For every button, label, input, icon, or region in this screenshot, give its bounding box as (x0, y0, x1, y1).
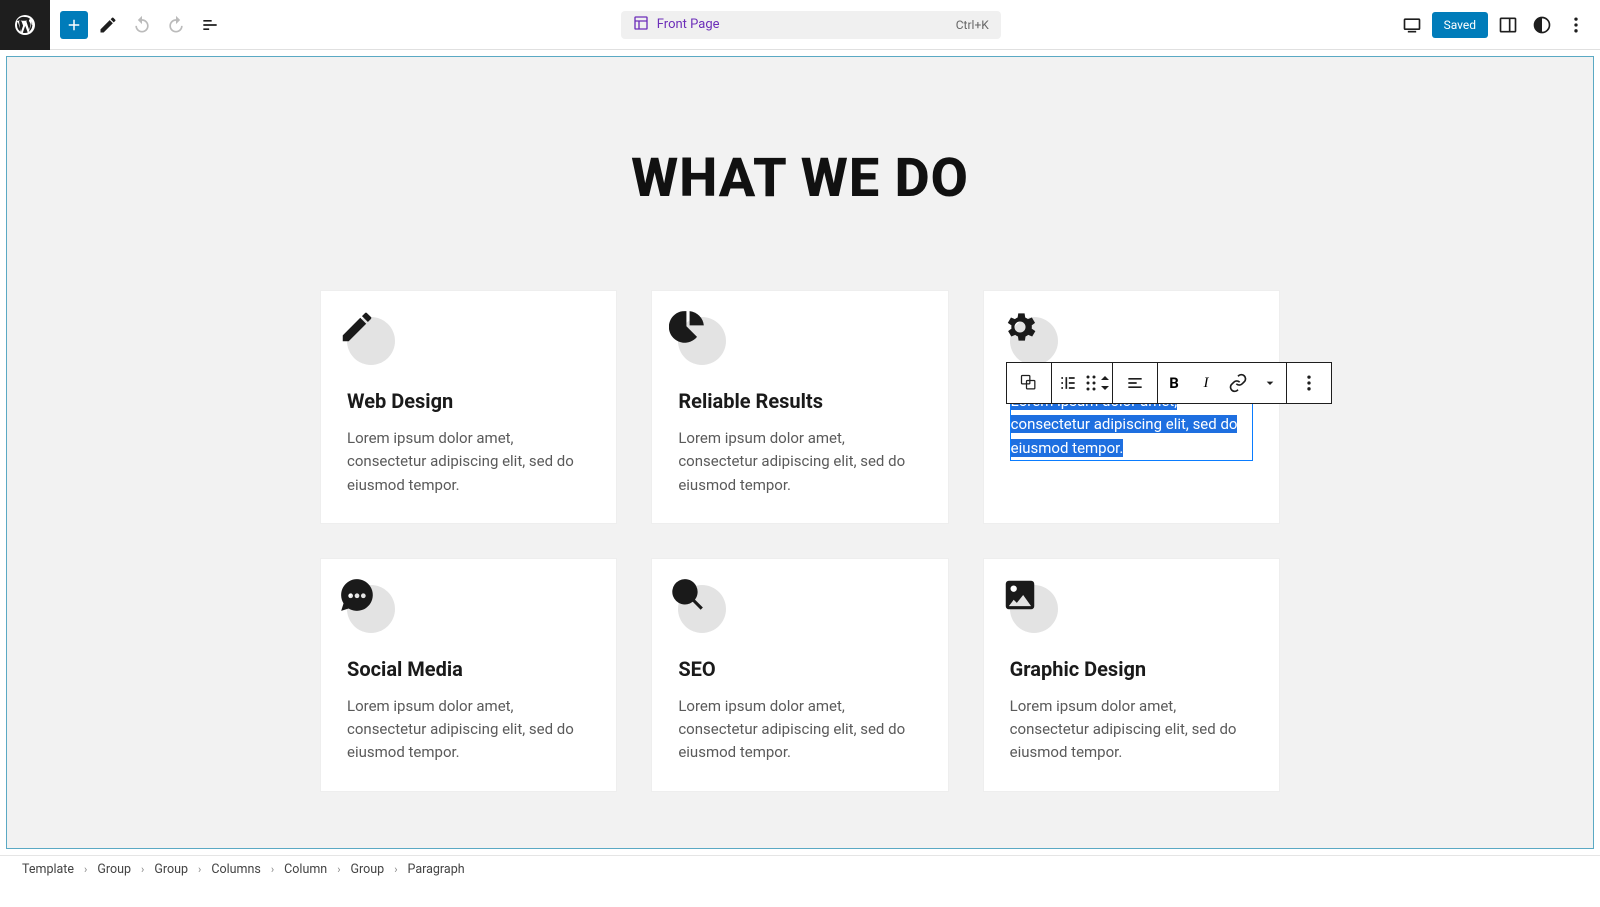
breadcrumb-item[interactable]: Group (97, 862, 131, 877)
editor-top-toolbar: Front Page Ctrl+K Saved (0, 0, 1600, 50)
card-title[interactable]: SEO (678, 657, 921, 681)
page-title-label: Front Page (657, 17, 720, 32)
wordpress-logo[interactable] (0, 0, 50, 50)
card-icon-bg (1010, 317, 1058, 365)
card-icon-bg (347, 585, 395, 633)
pencil-icon (337, 307, 377, 347)
pie-chart-icon (668, 307, 708, 347)
breadcrumb-item[interactable]: Template (22, 862, 74, 877)
card-title[interactable]: Social Media (347, 657, 590, 681)
chevron-right-icon: › (84, 863, 87, 876)
redo-button (162, 11, 190, 39)
card-title[interactable]: Graphic Design (1010, 657, 1253, 681)
page-title-pill[interactable]: Front Page Ctrl+K (621, 11, 1001, 39)
image-icon (1000, 575, 1040, 615)
breadcrumb-item[interactable]: Columns (211, 862, 261, 877)
link-button[interactable] (1222, 363, 1254, 403)
card-reliable-results[interactable]: Reliable Results Lorem ipsum dolor amet,… (651, 290, 948, 524)
move-block-buttons[interactable] (1098, 363, 1112, 403)
card-seo[interactable]: SEO Lorem ipsum dolor amet, consectetur … (651, 558, 948, 792)
save-button[interactable]: Saved (1432, 12, 1488, 38)
breadcrumb-item[interactable]: Paragraph (408, 862, 465, 877)
align-button[interactable] (1113, 363, 1157, 403)
view-button[interactable] (1398, 11, 1426, 39)
drag-handle[interactable] (1084, 363, 1098, 403)
editor-canvas[interactable]: WHAT WE DO Web Design Lorem ipsum dolor … (6, 56, 1594, 849)
styles-button[interactable] (1528, 11, 1556, 39)
block-breadcrumbs: Template › Group › Group › Columns › Column ›… (0, 855, 1600, 883)
chevron-right-icon: › (394, 863, 397, 876)
card-text[interactable]: Lorem ipsum dolor amet, consectetur adip… (1010, 695, 1253, 765)
search-icon (668, 575, 708, 615)
select-parent-button[interactable] (1007, 363, 1051, 403)
shortcut-hint: Ctrl+K (956, 18, 989, 32)
tools-button[interactable] (94, 11, 122, 39)
template-icon (633, 15, 649, 35)
card-text[interactable]: Lorem ipsum dolor amet, consectetur adip… (678, 695, 921, 765)
breadcrumb-item[interactable]: Group (154, 862, 188, 877)
block-toolbar: B I (1006, 362, 1332, 404)
italic-button[interactable]: I (1190, 363, 1222, 403)
options-button[interactable] (1562, 11, 1590, 39)
gear-icon (1000, 307, 1040, 347)
card-title[interactable]: Web Design (347, 389, 590, 413)
undo-button (128, 11, 156, 39)
breadcrumb-item[interactable]: Group (351, 862, 385, 877)
chevron-right-icon: › (141, 863, 144, 876)
transform-block-button[interactable] (1052, 363, 1084, 403)
chevron-right-icon: › (337, 863, 340, 876)
card-graphic-design[interactable]: Graphic Design Lorem ipsum dolor amet, c… (983, 558, 1280, 792)
card-selected[interactable]: Lorem ipsum dolor amet, consectetur adip… (983, 290, 1280, 524)
chevron-right-icon: › (198, 863, 201, 876)
card-social-media[interactable]: Social Media Lorem ipsum dolor amet, con… (320, 558, 617, 792)
card-icon-bg (678, 317, 726, 365)
block-inserter-button[interactable] (60, 11, 88, 39)
chevron-right-icon: › (271, 863, 274, 876)
card-title[interactable]: Reliable Results (678, 389, 921, 413)
bold-button[interactable]: B (1158, 363, 1190, 403)
card-text[interactable]: Lorem ipsum dolor amet, consectetur adip… (347, 427, 590, 497)
card-text[interactable]: Lorem ipsum dolor amet, consectetur adip… (347, 695, 590, 765)
card-web-design[interactable]: Web Design Lorem ipsum dolor amet, conse… (320, 290, 617, 524)
section-heading[interactable]: WHAT WE DO (7, 147, 1593, 210)
card-icon-bg (1010, 585, 1058, 633)
chat-icon (337, 575, 377, 615)
card-text[interactable]: Lorem ipsum dolor amet, consectetur adip… (678, 427, 921, 497)
card-icon-bg (678, 585, 726, 633)
settings-sidebar-button[interactable] (1494, 11, 1522, 39)
more-rich-text-button[interactable] (1254, 363, 1286, 403)
breadcrumb-item[interactable]: Column (284, 862, 327, 877)
document-overview-button[interactable] (196, 11, 224, 39)
card-icon-bg (347, 317, 395, 365)
block-options-button[interactable] (1287, 363, 1331, 403)
